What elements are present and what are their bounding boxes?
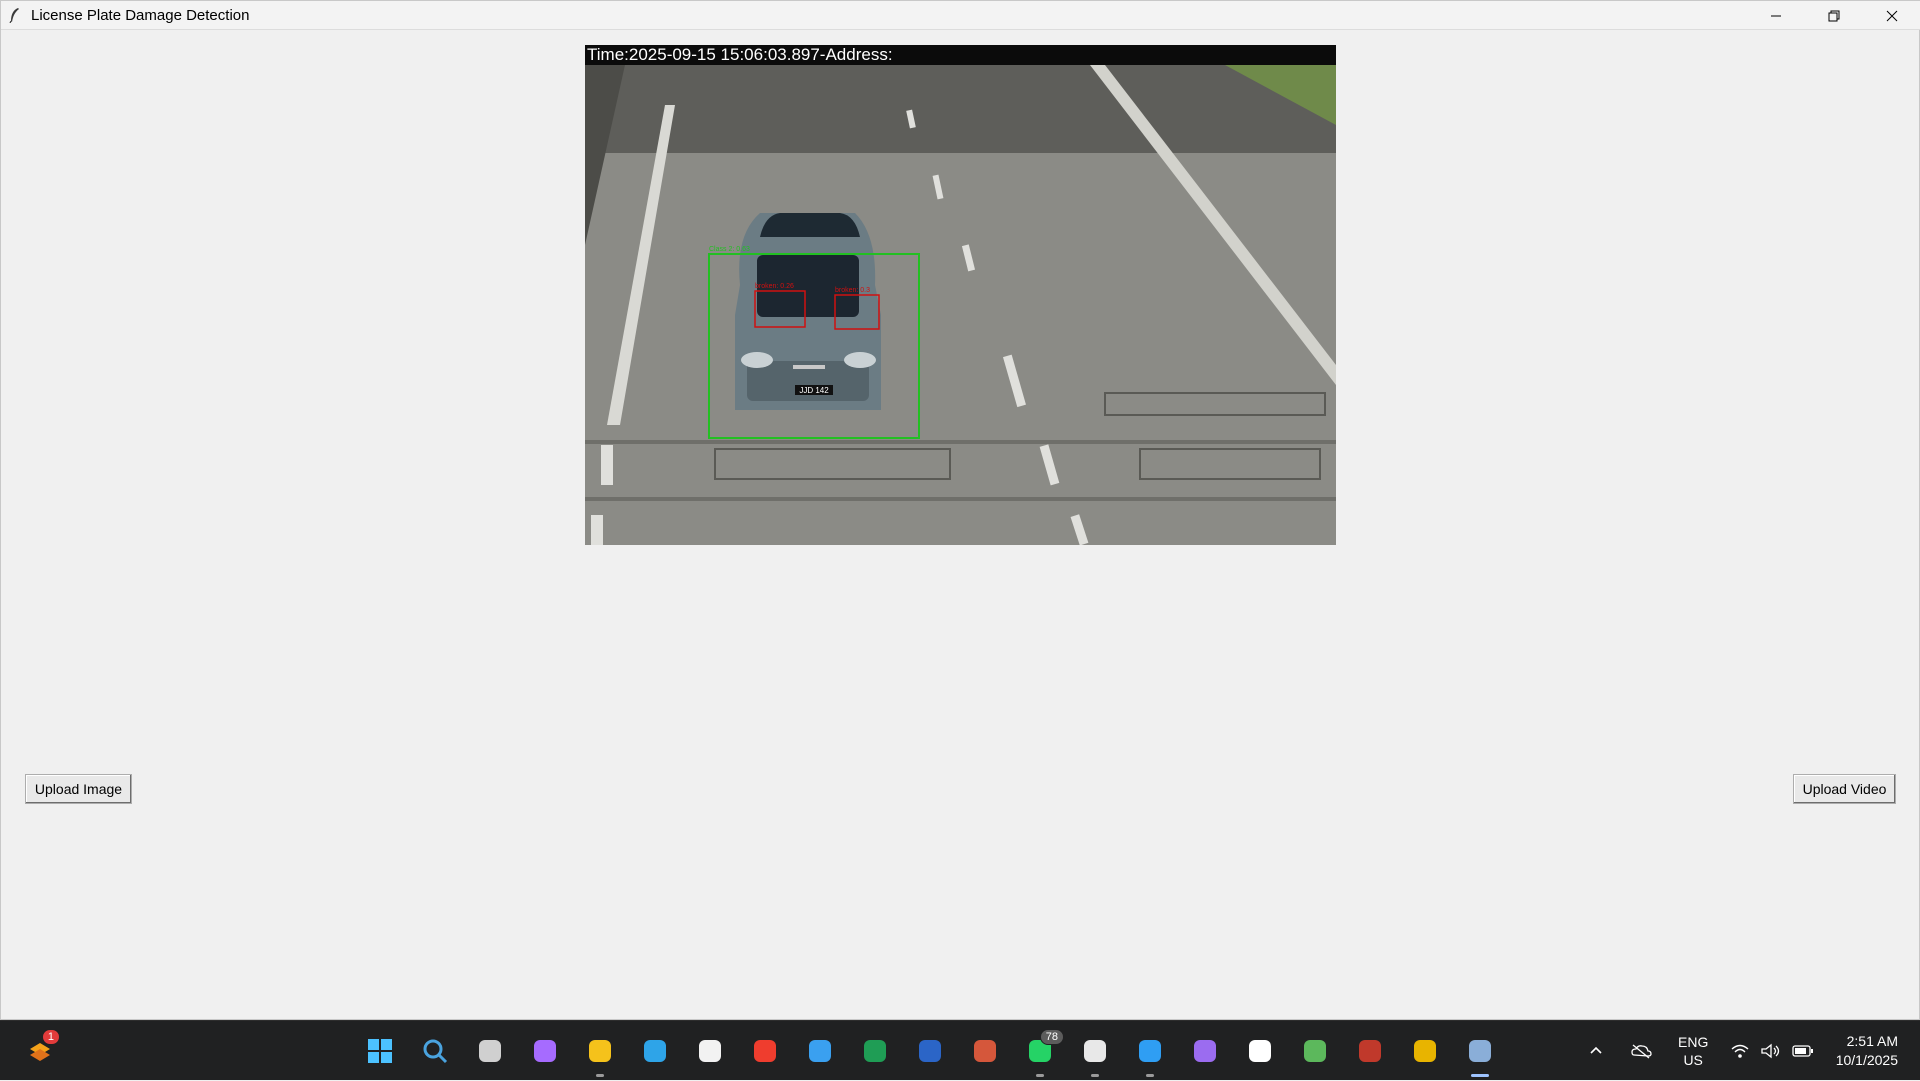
damage-label-1: broken: 0.26 <box>755 283 794 290</box>
taskbar: 1 78 ENG US 2:51 AM 10/1/2025 <box>0 1020 1920 1080</box>
git-icon <box>1304 1040 1326 1062</box>
chrome-icon <box>1414 1040 1436 1062</box>
github-taskbar-button[interactable] <box>1189 1035 1221 1067</box>
battery-icon[interactable] <box>1792 1044 1814 1058</box>
widgets-button[interactable]: 1 <box>24 1029 60 1067</box>
task-view-taskbar-button[interactable] <box>474 1035 506 1067</box>
minimize-button[interactable] <box>1747 1 1805 30</box>
notification-badge: 78 <box>1039 1029 1064 1045</box>
widgets-badge: 1 <box>41 1029 60 1045</box>
upload-video-button[interactable]: Upload Video <box>1793 774 1896 804</box>
language-text: ENG <box>1678 1034 1709 1050</box>
language-indicator[interactable]: ENG US <box>1678 1033 1708 1069</box>
help-icon <box>809 1040 831 1062</box>
window-title: License Plate Damage Detection <box>31 6 250 24</box>
search-taskbar-button[interactable] <box>419 1035 451 1067</box>
running-indicator <box>1471 1074 1489 1077</box>
running-indicator <box>1036 1074 1044 1077</box>
capcut-icon <box>1249 1040 1271 1062</box>
chevron-up-icon[interactable] <box>1588 1043 1604 1059</box>
word-taskbar-button[interactable] <box>914 1035 946 1067</box>
powerpoint-taskbar-button[interactable] <box>969 1035 1001 1067</box>
timestamp-overlay: Time:2025-09-15 15:06:03.897-Address: <box>585 45 1336 65</box>
excel-icon <box>864 1040 886 1062</box>
running-indicator <box>1091 1074 1099 1077</box>
title-bar[interactable]: License Plate Damage Detection <box>1 1 1920 30</box>
vscode-taskbar-button[interactable] <box>1134 1035 1166 1077</box>
start-taskbar-button[interactable] <box>364 1035 396 1067</box>
store-taskbar-button[interactable] <box>694 1035 726 1067</box>
anydesk-taskbar-button[interactable] <box>749 1035 781 1067</box>
excel-taskbar-button[interactable] <box>859 1035 891 1067</box>
close-button[interactable] <box>1863 1 1920 30</box>
running-indicator <box>596 1074 604 1077</box>
file-explorer-taskbar-button[interactable] <box>584 1035 616 1077</box>
word-icon <box>919 1040 941 1062</box>
running-indicator <box>1146 1074 1154 1077</box>
vscode-icon <box>1139 1040 1161 1062</box>
search-icon <box>423 1039 448 1064</box>
volume-icon[interactable] <box>1760 1043 1782 1059</box>
video-frame: Time:2025-09-15 15:06:03.897-Address: JJ… <box>585 45 1336 545</box>
plate-text: JJD 142 <box>799 386 829 395</box>
git-taskbar-button[interactable] <box>1299 1035 1331 1067</box>
clock-time: 2:51 AM <box>1846 1033 1898 1049</box>
clock[interactable]: 2:51 AM 10/1/2025 <box>1836 1032 1898 1070</box>
onedrive-offline-icon[interactable] <box>1630 1043 1652 1059</box>
file-explorer-icon <box>589 1040 611 1062</box>
access-taskbar-button[interactable] <box>1354 1035 1386 1067</box>
store-icon <box>699 1040 721 1062</box>
chatgpt-icon <box>1084 1040 1106 1062</box>
anydesk-icon <box>754 1040 776 1062</box>
edge-taskbar-button[interactable] <box>639 1035 671 1067</box>
wifi-icon[interactable] <box>1730 1043 1750 1059</box>
copilot-taskbar-button[interactable] <box>529 1035 561 1067</box>
help-taskbar-button[interactable] <box>804 1035 836 1067</box>
restore-button[interactable] <box>1805 1 1863 30</box>
capcut-taskbar-button[interactable] <box>1244 1035 1276 1067</box>
damage-label-2: broken: 0.3 <box>835 287 870 294</box>
vehicle-detection-label: Class 2: 0.63 <box>709 246 750 253</box>
minimize-icon <box>1771 15 1781 16</box>
road-scene: JJD 142 Class 2: 0.63 broken: 0.26 broke… <box>585 65 1336 545</box>
edge-icon <box>644 1040 666 1062</box>
github-icon <box>1194 1040 1216 1062</box>
upload-image-button[interactable]: Upload Image <box>25 774 132 804</box>
system-tray: ENG US <box>1588 1021 1814 1081</box>
python-tk-taskbar-button[interactable] <box>1464 1035 1496 1077</box>
task-view-icon <box>479 1040 501 1062</box>
chatgpt-taskbar-button[interactable] <box>1079 1035 1111 1077</box>
close-icon <box>1886 10 1898 21</box>
copilot-icon <box>534 1040 556 1062</box>
restore-icon <box>1828 10 1840 21</box>
python-tk-icon <box>1469 1040 1491 1062</box>
app-window: License Plate Damage Detection Time:2025… <box>0 0 1920 1020</box>
start-icon <box>368 1039 392 1063</box>
powerpoint-icon <box>974 1040 996 1062</box>
region-text: US <box>1683 1052 1703 1068</box>
feather-icon <box>9 8 19 23</box>
chrome-taskbar-button[interactable] <box>1409 1035 1441 1067</box>
whatsapp-taskbar-button[interactable]: 78 <box>1024 1029 1064 1077</box>
clock-date: 10/1/2025 <box>1835 1052 1898 1068</box>
access-icon <box>1359 1040 1381 1062</box>
